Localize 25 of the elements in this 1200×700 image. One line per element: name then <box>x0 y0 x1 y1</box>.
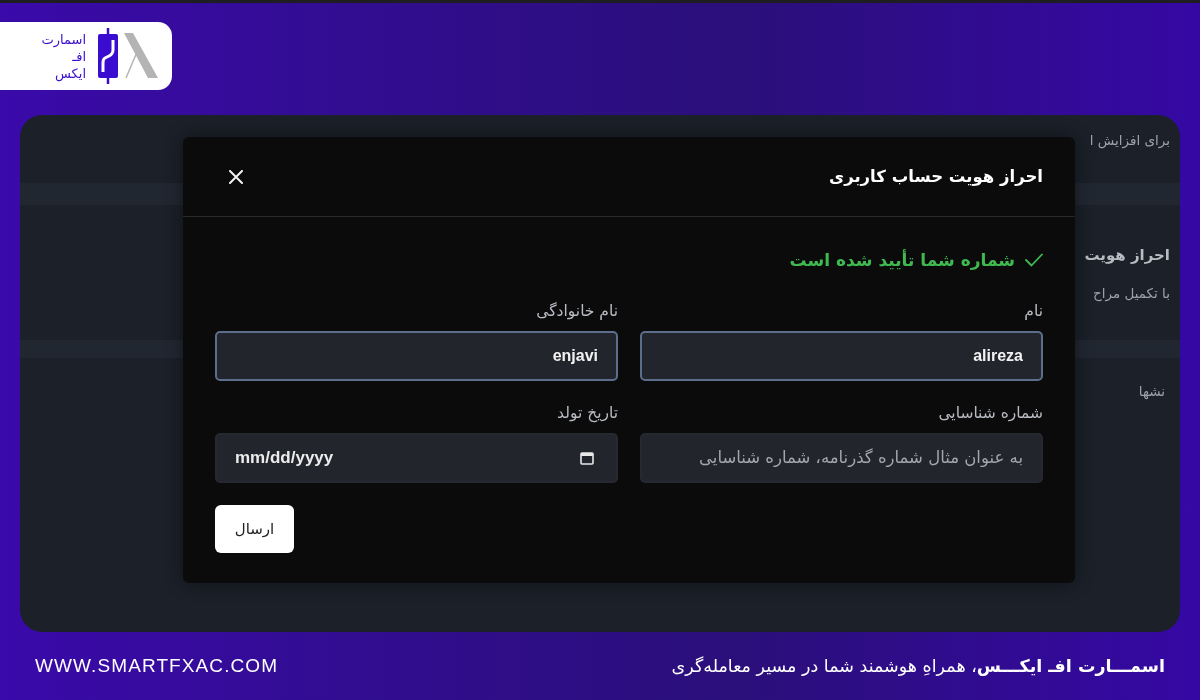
field-label: نام خانوادگی <box>536 301 618 321</box>
background-text: برای افزایش ا <box>1089 131 1170 150</box>
logo-text: اسمارت <box>41 30 86 48</box>
tagline-text: اسمـــارت افـ ایکـــس، همراهِ هوشمند شما در مسیر معامله‌گری <box>671 656 1165 676</box>
date-field[interactable]: mm/dd/yyyy <box>215 433 618 483</box>
dialog-title: احراز هویت حساب کاربری <box>829 167 1043 186</box>
input-field[interactable]: enjavi <box>215 331 618 381</box>
background-text: با تکمیل مراح <box>1093 284 1170 303</box>
close-button[interactable] <box>229 169 243 184</box>
verified-status-text: شماره شما تأیید شده است <box>789 250 1015 270</box>
logo-text: افـ <box>72 48 86 65</box>
field-label: تاریخ تولد <box>557 403 618 423</box>
input-field[interactable]: alireza <box>640 331 1043 381</box>
close-icon <box>229 169 243 184</box>
input-field[interactable]: به عنوان مثال شماره گذرنامه، شماره شناسایی <box>640 433 1043 483</box>
website-url: WWW.SMARTFXAC.COM <box>35 655 279 677</box>
field-label: شماره شناسایی <box>938 403 1043 423</box>
background-text: احراز هویت <box>1084 245 1170 266</box>
logo-icon <box>96 28 160 84</box>
logo-text: ایکس <box>55 64 86 82</box>
background-text: نشها <box>1138 382 1165 401</box>
submit-button[interactable]: ارسال <box>215 505 294 553</box>
field-label: نام <box>1024 301 1043 321</box>
check-icon <box>1025 253 1043 267</box>
calendar-icon[interactable] <box>580 451 594 465</box>
